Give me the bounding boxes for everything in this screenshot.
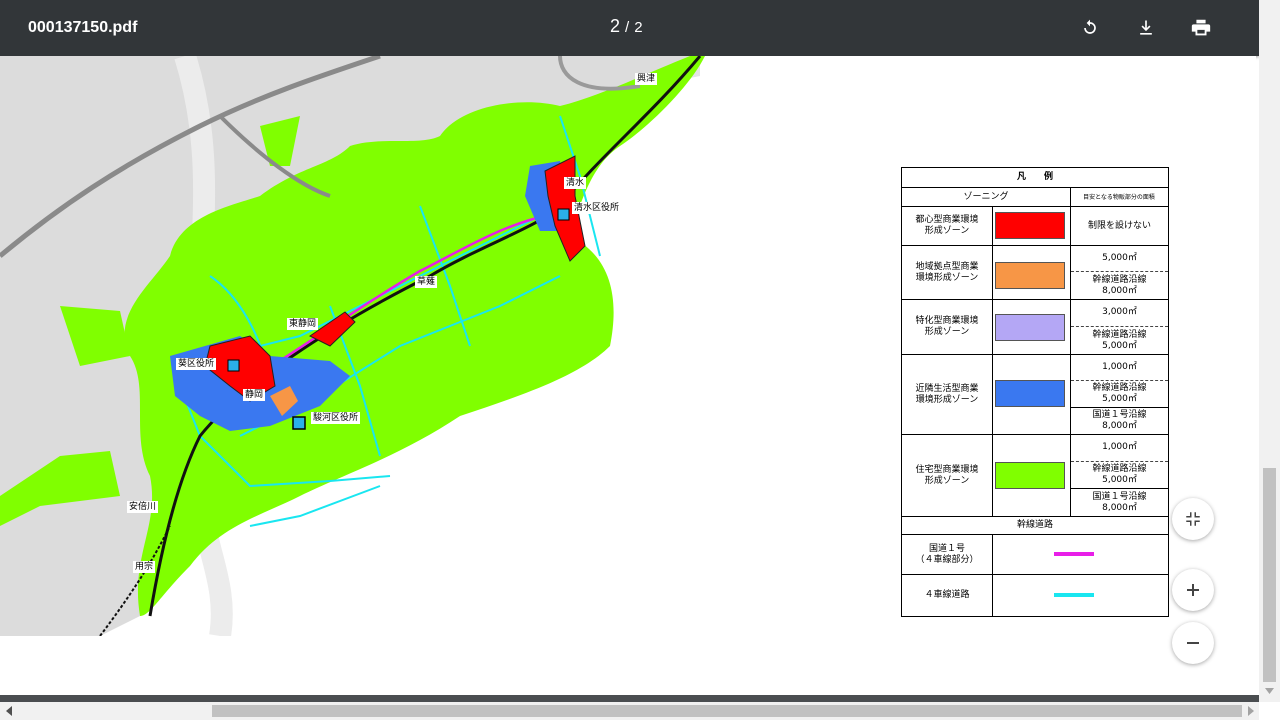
road-name: ４車線道路: [924, 590, 970, 600]
print-icon: [1191, 19, 1211, 36]
vertical-scrollbar[interactable]: [1259, 0, 1280, 702]
zone-area: 3,000㎡: [1102, 307, 1137, 317]
plus-icon: [1187, 584, 1199, 596]
zone-name: 特化型商業環境 形成ゾーン: [915, 316, 979, 337]
zone-name: 都心型商業環境 形成ゾーン: [915, 215, 979, 236]
zone-area: 1,000㎡: [1102, 361, 1137, 372]
map-label-mochimune: 用宗: [133, 561, 156, 573]
total-pages: 2: [634, 19, 643, 36]
map-label-shimizu: 清水: [564, 177, 587, 189]
map-label-kusanagi: 草薙: [415, 276, 438, 288]
zone-name: 地域拠点型商業 環境形成ゾーン: [915, 261, 979, 283]
map-label-okitsu: 興津: [635, 73, 658, 85]
ward-office-marker: [557, 208, 570, 221]
page-indicator: 2 / 2: [610, 16, 643, 37]
map-label-shizuoka: 静岡: [243, 389, 266, 401]
current-page[interactable]: 2: [610, 16, 620, 36]
horizontal-scroll-thumb[interactable]: [212, 705, 1242, 717]
four-lane-road-swatch: [1054, 593, 1094, 597]
rotate-icon: [1084, 19, 1096, 34]
ward-office-marker: [227, 359, 240, 372]
scroll-left-arrow-icon[interactable]: [2, 702, 18, 720]
specialized-zone-swatch: [995, 314, 1065, 341]
minus-icon: [1187, 642, 1199, 644]
route-1-swatch: [1054, 552, 1094, 556]
zone-area: 幹線道路沿線 8,000㎡: [1092, 274, 1147, 296]
map-label-suruga-ward: 駿河区役所: [311, 412, 361, 424]
fit-to-page-button[interactable]: [1172, 498, 1214, 540]
zone-area: 国道１号沿線 8,000㎡: [1092, 491, 1147, 513]
zone-area: 制限を設けない: [1087, 220, 1151, 231]
pdf-toolbar: 000137150.pdf 2 / 2: [0, 0, 1259, 56]
download-icon: [1140, 20, 1152, 35]
page-separator: /: [625, 19, 630, 36]
zone-name: 住宅型商業環境 形成ゾーン: [915, 464, 979, 486]
residential-zone-swatch: [995, 462, 1065, 489]
downtown-zone-swatch: [995, 212, 1065, 239]
roads-header: 幹線道路: [1016, 520, 1053, 530]
viewer-bottom-edge: [0, 695, 1259, 702]
horizontal-scrollbar[interactable]: [0, 702, 1259, 720]
road-name: 国道１号 （４車線部分）: [915, 543, 979, 565]
zone-area: 幹線道路沿線 5,000㎡: [1092, 464, 1147, 485]
map-label-abekawa: 安倍川: [127, 501, 159, 513]
print-button[interactable]: [1189, 16, 1213, 40]
map-label-shimizu-ward: 清水区役所: [572, 202, 622, 214]
download-button[interactable]: [1134, 16, 1158, 40]
scroll-down-arrow-icon[interactable]: [1259, 684, 1280, 698]
rotate-button[interactable]: [1078, 16, 1102, 40]
zoning-map: [0, 56, 706, 636]
map-label-aoi-ward: 葵区役所: [176, 358, 217, 370]
zone-area: 幹線道路沿線 5,000㎡: [1092, 383, 1147, 404]
regional-zone-swatch: [995, 262, 1065, 289]
scroll-right-arrow-icon[interactable]: [1242, 702, 1258, 720]
zone-name: 近隣生活型商業 環境形成ゾーン: [915, 383, 979, 405]
map-label-higashi-shizuoka: 東静岡: [287, 318, 319, 330]
zone-area: 国道１号沿線 8,000㎡: [1092, 410, 1147, 431]
zoom-in-button[interactable]: [1172, 569, 1214, 611]
zoom-out-button[interactable]: [1172, 622, 1214, 664]
legend-title: 凡 例: [1016, 172, 1053, 182]
legend-table: 凡 例 ゾーニング 目安となる物販部分の面積 都心型商業環境 形成ゾーン 制限を…: [901, 167, 1169, 617]
compress-icon: [1186, 512, 1200, 526]
file-title: 000137150.pdf: [28, 19, 138, 36]
area-header: 目安となる物販部分の面積: [1083, 193, 1155, 201]
zoning-header: ゾーニング: [963, 191, 1009, 202]
zone-area: 幹線道路沿線 5,000㎡: [1092, 329, 1147, 351]
vertical-scroll-thumb[interactable]: [1263, 468, 1276, 682]
zone-area: 1,000㎡: [1102, 442, 1137, 452]
neighborhood-zone-swatch: [995, 380, 1065, 407]
ward-office-marker: [292, 416, 306, 430]
zone-area: 5,000㎡: [1102, 252, 1137, 263]
